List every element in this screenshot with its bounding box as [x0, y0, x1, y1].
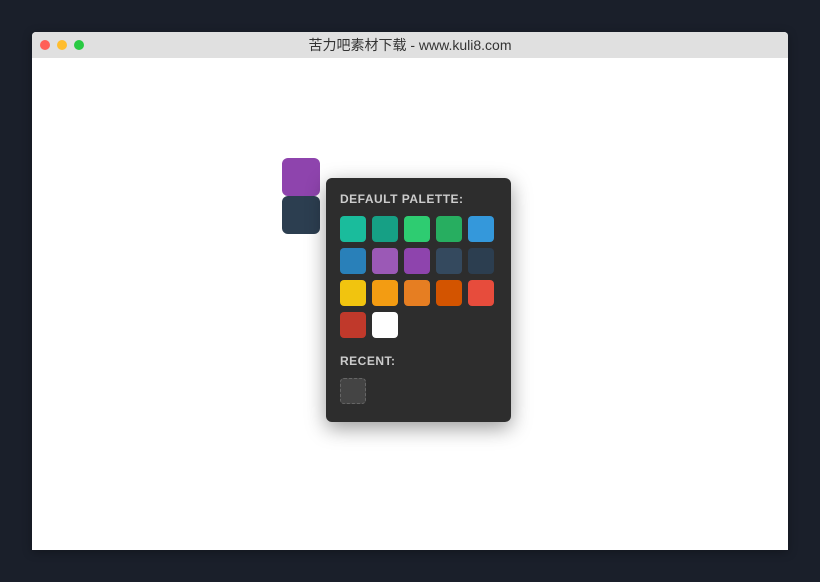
recent-color-empty[interactable]: [340, 378, 366, 404]
palette-color-5[interactable]: [340, 248, 366, 274]
close-icon[interactable]: [40, 40, 50, 50]
palette-color-8[interactable]: [436, 248, 462, 274]
secondary-swatch[interactable]: [282, 196, 320, 234]
app-window: 苦力吧素材下载 - www.kuli8.com DEFAULT PALETTE:…: [32, 32, 788, 550]
palette-color-15[interactable]: [340, 312, 366, 338]
default-palette-label: DEFAULT PALETTE:: [340, 192, 497, 206]
palette-color-4[interactable]: [468, 216, 494, 242]
default-palette-grid: [340, 216, 497, 338]
recent-palette-grid: [340, 378, 497, 404]
primary-swatch[interactable]: [282, 158, 320, 196]
palette-color-11[interactable]: [372, 280, 398, 306]
palette-color-6[interactable]: [372, 248, 398, 274]
swatch-stack: [282, 158, 320, 234]
palette-color-13[interactable]: [436, 280, 462, 306]
palette-color-14[interactable]: [468, 280, 494, 306]
palette-color-7[interactable]: [404, 248, 430, 274]
palette-color-1[interactable]: [372, 216, 398, 242]
window-content: DEFAULT PALETTE: RECENT:: [32, 58, 788, 550]
maximize-icon[interactable]: [74, 40, 84, 50]
palette-popup: DEFAULT PALETTE: RECENT:: [326, 178, 511, 422]
palette-color-0[interactable]: [340, 216, 366, 242]
palette-color-2[interactable]: [404, 216, 430, 242]
palette-color-12[interactable]: [404, 280, 430, 306]
traffic-lights: [40, 40, 84, 50]
palette-color-9[interactable]: [468, 248, 494, 274]
palette-color-10[interactable]: [340, 280, 366, 306]
palette-color-3[interactable]: [436, 216, 462, 242]
recent-palette-label: RECENT:: [340, 354, 497, 368]
minimize-icon[interactable]: [57, 40, 67, 50]
window-titlebar: 苦力吧素材下载 - www.kuli8.com: [32, 32, 788, 58]
palette-color-16[interactable]: [372, 312, 398, 338]
window-title: 苦力吧素材下载 - www.kuli8.com: [308, 35, 511, 55]
